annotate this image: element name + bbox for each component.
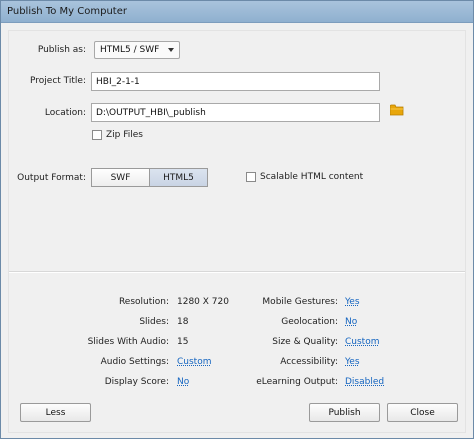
output-format-html5-button[interactable]: HTML5 — [149, 168, 208, 187]
display-score-link[interactable]: No — [177, 377, 189, 387]
publish-as-label: Publish as: — [37, 45, 86, 55]
elearning-output-label: eLearning Output: — [256, 377, 338, 387]
output-format-label: Output Format: — [17, 173, 86, 183]
elearning-output-link[interactable]: Disabled — [345, 377, 384, 387]
dialog-body: Publish as: HTML5 / SWF Project Title: H… — [8, 30, 466, 433]
size-quality-label: Size & Quality: — [272, 337, 338, 347]
location-label: Location: — [44, 108, 86, 118]
window-title: Publish To My Computer — [7, 6, 127, 17]
mobile-gestures-link[interactable]: Yes — [345, 297, 360, 307]
close-button[interactable]: Close — [387, 403, 458, 422]
section-divider-highlight — [9, 272, 465, 273]
size-quality-link[interactable]: Custom — [345, 337, 379, 347]
slides-with-audio-label: Slides With Audio: — [87, 337, 169, 347]
publish-button[interactable]: Publish — [309, 403, 380, 422]
publish-as-value: HTML5 / SWF — [100, 45, 160, 55]
slides-with-audio-value: 15 — [177, 337, 189, 347]
folder-icon[interactable] — [390, 104, 404, 116]
slides-value: 18 — [177, 317, 189, 327]
project-title-input[interactable]: HBI_2-1-1 — [91, 72, 380, 91]
zip-files-checkbox[interactable] — [92, 130, 102, 140]
accessibility-label: Accessibility: — [280, 357, 338, 367]
location-input[interactable]: D:\OUTPUT_HBI\_publish — [91, 103, 380, 122]
accessibility-link[interactable]: Yes — [345, 357, 360, 367]
resolution-label: Resolution: — [118, 297, 169, 307]
geolocation-label: Geolocation: — [281, 317, 338, 327]
display-score-label: Display Score: — [104, 377, 169, 387]
publish-dialog: Publish To My Computer Publish as: HTML5… — [0, 0, 474, 439]
audio-settings-link[interactable]: Custom — [177, 357, 211, 367]
less-button[interactable]: Less — [20, 403, 91, 422]
output-format-swf-button[interactable]: SWF — [91, 168, 150, 187]
project-title-label: Project Title: — [30, 76, 86, 86]
title-bar[interactable]: Publish To My Computer — [1, 1, 473, 23]
slides-label: Slides: — [139, 317, 169, 327]
audio-settings-label: Audio Settings: — [100, 357, 169, 367]
zip-files-label: Zip Files — [106, 130, 143, 140]
publish-as-select[interactable]: HTML5 / SWF — [94, 41, 180, 59]
scalable-html-checkbox[interactable] — [246, 172, 256, 182]
chevron-down-icon — [168, 48, 174, 52]
geolocation-link[interactable]: No — [345, 317, 357, 327]
mobile-gestures-label: Mobile Gestures: — [262, 297, 338, 307]
scalable-html-label: Scalable HTML content — [260, 172, 364, 182]
